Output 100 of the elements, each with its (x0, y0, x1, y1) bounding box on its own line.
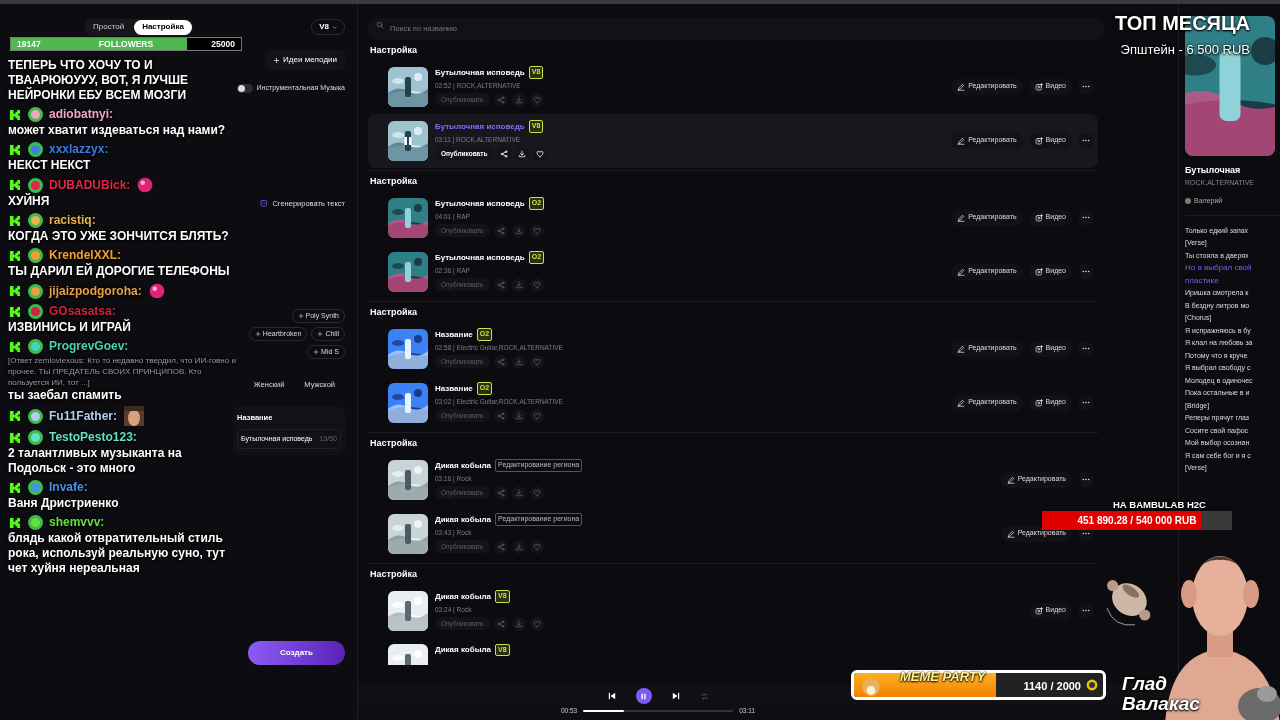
mode-tab[interactable]: Простой (85, 19, 133, 35)
pencil-icon (957, 82, 966, 91)
pencil-icon (957, 136, 966, 145)
track-title[interactable]: Бутылочная исповедь (435, 120, 525, 133)
meme-party-amount: 1140 / 2000 (1023, 679, 1081, 694)
track-title[interactable]: Бутылочная исповедь (435, 66, 525, 79)
more-icon (1082, 609, 1090, 612)
track-title[interactable]: Дикая кобыла (435, 590, 492, 603)
repeat-button[interactable] (699, 691, 709, 701)
pencil-icon (957, 344, 966, 353)
sparkle-icon (260, 199, 269, 208)
chat-username: Fu11Father: (49, 407, 117, 425)
chat-username: GOsasatsa: (49, 303, 116, 319)
chat-username: TestoPesto123: (49, 429, 137, 446)
repeat-icon (699, 691, 709, 701)
chat-message: ХУЙНЯ (8, 194, 50, 209)
followers-goal: 25000 (211, 37, 235, 51)
kick-icon (8, 143, 20, 156)
heart-icon (536, 149, 545, 158)
heart-icon (532, 411, 541, 420)
kick-icon (8, 340, 20, 353)
pencil-icon (1006, 475, 1015, 484)
track-title[interactable]: Дикая кобыла (435, 459, 492, 472)
kick-icon (8, 481, 20, 494)
download-icon (518, 149, 527, 158)
goal-title: НА BAMBULAB H2C (1113, 498, 1206, 512)
goal-amount: 451 890.28 / 540 000 RUB (1076, 514, 1198, 528)
more-icon (1082, 216, 1090, 219)
share-icon (496, 280, 505, 289)
download-icon (514, 619, 523, 628)
share-icon (496, 411, 505, 420)
share-icon (496, 226, 505, 235)
kick-icon (8, 516, 20, 529)
lyric-line: Но я выбрал свой (1185, 263, 1253, 273)
chat-message: НЕКСТ НЕКСТ (8, 158, 91, 173)
kick-icon (8, 284, 20, 298)
next-button[interactable] (671, 692, 680, 701)
heart-icon (532, 488, 541, 497)
video-icon (1034, 213, 1043, 222)
heart-icon (532, 619, 541, 628)
track-title[interactable]: Название (435, 328, 473, 341)
more-button[interactable] (1078, 78, 1094, 95)
download-icon (514, 357, 523, 366)
previous-button[interactable] (607, 692, 616, 701)
previous-icon (607, 692, 616, 701)
more-button[interactable] (1078, 340, 1094, 357)
chat-username: Invafe: (49, 479, 88, 496)
track-title[interactable]: Дикая кобыла (435, 513, 492, 526)
more-icon (1082, 85, 1090, 88)
track-title[interactable]: Бутылочная исповедь (435, 197, 525, 210)
chat-message: ТЫ ДАРИЛ ЕЙ ДОРОГИЕ ТЕЛЕФОНЫ (8, 264, 230, 279)
share-icon (496, 488, 505, 497)
download-icon (514, 280, 523, 289)
chat-message: ИЗВИНИСЬ И ИГРАЙ (8, 320, 131, 335)
pencil-icon (957, 398, 966, 407)
track-title[interactable]: Название (435, 382, 473, 395)
more-button[interactable] (1078, 263, 1094, 280)
heart-icon (532, 542, 541, 551)
chat-username: DUBADUBick: (49, 176, 131, 194)
track-title[interactable]: Бутылочная исповедь (435, 251, 525, 264)
more-icon (1082, 478, 1090, 481)
more-icon (1082, 532, 1090, 535)
video-icon (1034, 344, 1043, 353)
followers-count: 19147 (17, 37, 41, 51)
share-icon (496, 619, 505, 628)
reply-quote: [Ответ zemioviexous: Кто то недавно твердил, что ИИ-говно и прочее. ТЫ ПРЕДАТЕЛЬ СВОИХ ПРИНЦИПОВ. Кто пользуется ИИ, тот ...] (8, 355, 236, 388)
followers-label: FOLLOWERS (98, 37, 154, 51)
kick-icon (8, 214, 20, 227)
section-heading: Настройка (370, 44, 417, 57)
song-title: Бутылочная (1185, 164, 1242, 177)
chat-message: может хватит издеваться над нами? (8, 123, 226, 138)
chat-username: xxxlazzyx: (49, 141, 109, 158)
more-button[interactable] (1078, 209, 1094, 226)
plus-icon (297, 312, 304, 319)
more-button[interactable] (1078, 602, 1094, 619)
pencil-icon (957, 213, 966, 222)
chat-message: КОГДА ЭТО УЖЕ ЗОНЧИТСЯ БЛЯТЬ? (8, 229, 229, 244)
lyric-line: пластике (1185, 275, 1220, 285)
video-icon (1034, 398, 1043, 407)
more-button[interactable] (1078, 471, 1094, 488)
next-icon (671, 692, 680, 701)
chat-username: ProgrevGoev: (49, 338, 129, 355)
download-icon (514, 488, 523, 497)
more-icon (1082, 139, 1090, 142)
more-icon (1082, 347, 1090, 350)
toggle-switch[interactable] (236, 83, 253, 93)
chat-username: adiobatnyi: (49, 106, 113, 123)
melody-ideas-button[interactable]: Идеи мелодии (265, 50, 345, 70)
play-pause-button[interactable] (635, 688, 652, 705)
pause-icon[interactable] (403, 135, 413, 146)
more-button[interactable] (1078, 132, 1094, 149)
track-title[interactable]: Дикая кобыла (435, 643, 492, 656)
create-button[interactable]: Создать (248, 641, 345, 665)
share-icon (496, 357, 505, 366)
more-button[interactable] (1078, 394, 1094, 411)
section-heading: Настройка (370, 437, 417, 450)
chat-message: ты заебал спамить (8, 388, 122, 403)
heart-icon (532, 280, 541, 289)
plus-icon (317, 330, 324, 337)
mode-tab[interactable]: Настройка (134, 19, 192, 35)
